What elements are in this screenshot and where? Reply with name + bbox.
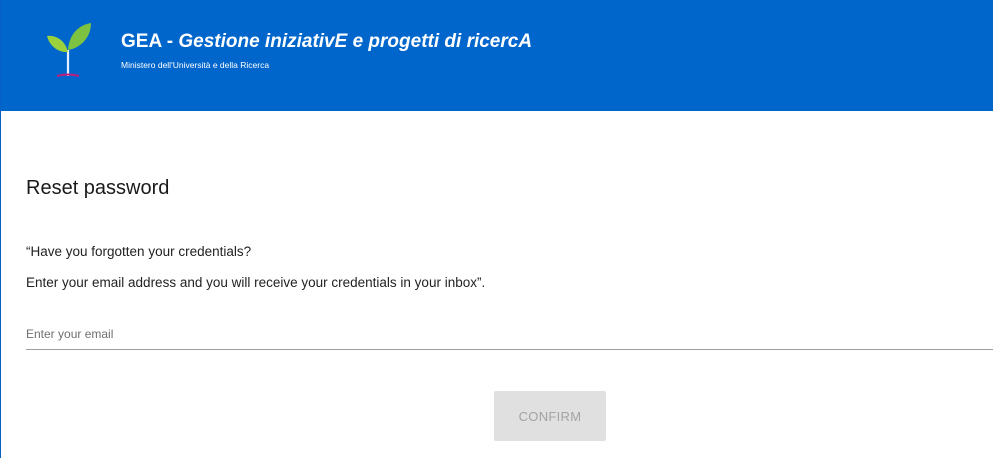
intro-question: “Have you forgotten your credentials? [26, 244, 252, 259]
sprout-icon [45, 20, 93, 78]
brand-subtitle: Ministero dell'Università e della Ricerc… [121, 60, 270, 70]
confirm-button[interactable]: CONFIRM [494, 391, 606, 441]
page-title: Reset password [26, 177, 170, 199]
email-field[interactable] [26, 318, 993, 350]
brand-title: GEA - Gestione iniziativE e progetti di … [121, 31, 532, 53]
intro-instructions: Enter your email address and you will re… [26, 275, 486, 290]
reset-password-page: GEA - Gestione iniziativE e progetti di … [0, 0, 993, 458]
brand-full-name: Gestione iniziativE e progetti di ricerc… [178, 31, 533, 52]
brand-prefix: GEA - [121, 31, 179, 52]
site-header: GEA - Gestione iniziativE e progetti di … [1, 0, 993, 111]
